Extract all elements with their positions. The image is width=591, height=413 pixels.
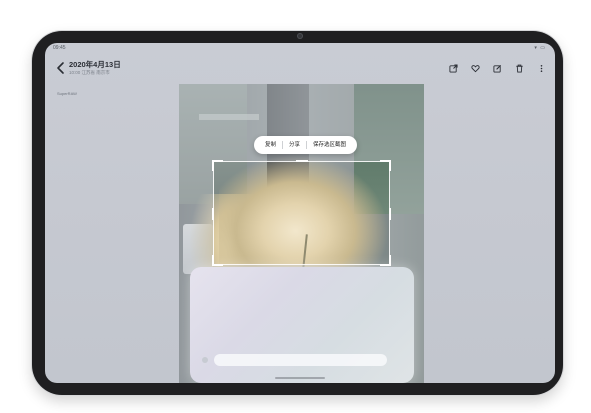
selection-handle-top[interactable]: [296, 160, 308, 162]
selection-context-menu: 复制 分享 保存选区截图: [254, 136, 358, 154]
selection-dim-left: [179, 161, 213, 265]
status-icons: ▾ ▭: [534, 45, 546, 51]
heart-icon: [471, 65, 480, 73]
copy-menu-item[interactable]: 复制: [259, 136, 282, 154]
selection-handle-top-right[interactable]: [380, 160, 391, 171]
more-button[interactable]: [536, 63, 547, 74]
share-icon: [449, 64, 458, 73]
share-menu-item[interactable]: 分享: [283, 136, 306, 154]
selection-handle-left[interactable]: [212, 208, 214, 220]
share-button[interactable]: [448, 63, 459, 74]
panel-indicator: [202, 357, 208, 363]
home-indicator[interactable]: [275, 377, 325, 379]
photo-time-location: 10:00 江苏省 南京市: [69, 70, 110, 75]
front-camera: [297, 33, 303, 39]
selection-box[interactable]: [212, 160, 391, 266]
photo-date-title: 2020年4月13日: [69, 60, 121, 69]
trash-icon: [516, 64, 523, 73]
frosted-info-panel: [190, 267, 414, 383]
selection-dim-right: [390, 161, 424, 265]
camera-watermark: SuperRAW: [57, 91, 77, 96]
panel-text-field[interactable]: [214, 354, 387, 366]
selection-handle-right[interactable]: [389, 208, 391, 220]
selection-handle-bottom-left[interactable]: [212, 255, 223, 266]
edit-button[interactable]: [492, 63, 503, 74]
selection-handle-bottom-right[interactable]: [380, 255, 391, 266]
photo-viewer-screen: 09:45 ▾ ▭ 2020年4月13日 10:00 江苏省 南京市 Super…: [45, 43, 555, 383]
chevron-left-icon: [57, 62, 64, 74]
delete-button[interactable]: [514, 63, 525, 74]
selection-handle-top-left[interactable]: [212, 160, 223, 171]
save-selection-screenshot-menu-item[interactable]: 保存选区截图: [307, 136, 352, 154]
favorite-button[interactable]: [470, 63, 481, 74]
top-toolbar: [448, 63, 547, 74]
back-button[interactable]: [55, 61, 67, 75]
status-time: 09:45: [53, 45, 66, 51]
edit-icon: [493, 64, 502, 73]
more-icon: [540, 64, 543, 73]
